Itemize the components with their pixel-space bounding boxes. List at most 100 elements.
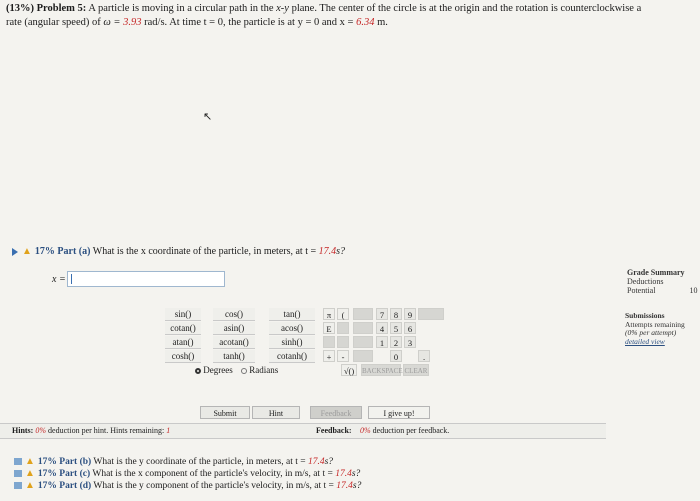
digit-6[interactable]: 6: [404, 322, 416, 334]
give-up-button[interactable]: I give up!: [368, 406, 430, 419]
part-c-time-unit: s?: [351, 469, 361, 479]
pi-button[interactable]: π: [323, 308, 335, 320]
problem-number: (13%) Problem 5:: [6, 3, 87, 14]
feedback-percent: 0%: [360, 426, 371, 435]
part-d-percent: 17% Part (d): [37, 481, 92, 491]
omega-value: 3.93: [123, 17, 142, 28]
digit-7[interactable]: 7: [376, 308, 388, 320]
sqrt-button[interactable]: √(): [341, 364, 357, 376]
part-a-percent: 17% Part (a): [34, 246, 91, 257]
hint-button[interactable]: Hint: [252, 406, 300, 419]
degrees-label: Degrees: [203, 365, 233, 375]
atan-button[interactable]: atan(): [165, 336, 201, 349]
blank-key: [353, 350, 373, 362]
clear-button[interactable]: CLEAR: [403, 364, 429, 376]
expand-arrow-icon[interactable]: [12, 247, 18, 256]
digit-9[interactable]: 9: [404, 308, 416, 320]
part-a-question: What is the x coordinate of the particle…: [92, 246, 317, 257]
acos-button[interactable]: acos(): [269, 322, 315, 335]
part-b-question: What is the y coordinate of the particle…: [93, 457, 306, 467]
digit-4[interactable]: 4: [376, 322, 388, 334]
digit-2[interactable]: 2: [390, 336, 402, 348]
problem-statement: (13%) Problem 5: A particle is moving in…: [6, 2, 696, 30]
hints-remaining: 1: [166, 426, 171, 435]
tanh-button[interactable]: tanh(): [213, 350, 255, 363]
part-a-time: 17.4: [318, 246, 337, 257]
radians-radio[interactable]: [240, 367, 247, 374]
blank-key: [353, 322, 373, 334]
warning-icon: ▲: [25, 468, 35, 479]
hints-percent: 0%: [35, 426, 47, 435]
warning-icon: ▲: [22, 246, 32, 257]
part-b-time-unit: s?: [324, 457, 334, 467]
cosh-button[interactable]: cosh(): [165, 350, 201, 363]
grade-summary-title: Grade Summary: [627, 268, 685, 277]
part-c-time: 17.4: [335, 469, 352, 479]
backspace-button[interactable]: BACKSPACE: [361, 364, 403, 376]
detailed-view-link[interactable]: detailed view: [625, 337, 685, 347]
digit-5[interactable]: 5: [390, 322, 402, 334]
part-d-row[interactable]: ▲ 17% Part (d) What is the y component of…: [14, 480, 361, 492]
sinh-button[interactable]: sinh(): [269, 336, 315, 349]
part-b-row[interactable]: ▲ 17% Part (b) What is the y coordinate o…: [14, 456, 361, 468]
acotan-button[interactable]: acotan(): [213, 336, 255, 349]
feedback-label: Feedback:: [316, 426, 352, 435]
potential-label: Potential: [627, 286, 656, 295]
blank-key: [418, 308, 444, 320]
calculator-keypad: sin() cos() tan() cotan() asin() acos() …: [165, 308, 465, 398]
cotan-button[interactable]: cotan(): [165, 322, 201, 335]
decimal-point[interactable]: .: [418, 350, 430, 362]
grade-summary: Grade Summary Deductions Potential 10: [627, 268, 697, 295]
minus-button[interactable]: -: [337, 350, 349, 362]
digit-3[interactable]: 3: [404, 336, 416, 348]
open-paren-button[interactable]: (: [337, 308, 349, 320]
digit-8[interactable]: 8: [390, 308, 402, 320]
omega-symbol: ω =: [103, 17, 121, 28]
answer-label: x =: [52, 274, 66, 285]
plus-button[interactable]: +: [323, 350, 335, 362]
x-unit: m.: [377, 17, 388, 28]
submit-button[interactable]: Submit: [200, 406, 250, 419]
text-caret: [71, 274, 72, 284]
feedback-text: deduction per feedback.: [372, 426, 450, 435]
hints-feedback-bar: Hints: 0% deduction per hint. Hints rema…: [0, 423, 606, 439]
cotanh-button[interactable]: cotanh(): [269, 350, 315, 363]
feedback-button: Feedback: [310, 406, 362, 419]
asin-button[interactable]: asin(): [213, 322, 255, 335]
x-initial-value: 6.34: [356, 17, 375, 28]
hints-text: deduction per hint. Hints remaining:: [48, 426, 165, 435]
part-b-percent: 17% Part (b): [37, 457, 92, 467]
problem-text-a: A particle is moving in a circular path …: [88, 3, 274, 14]
part-c-row[interactable]: ▲ 17% Part (c) What is the x component of…: [14, 468, 361, 480]
cos-button[interactable]: cos(): [213, 308, 255, 321]
mouse-cursor-icon: ↖: [203, 111, 213, 123]
degrees-radio[interactable]: [195, 367, 201, 374]
answer-input[interactable]: [67, 271, 225, 287]
plane-label: x-y: [276, 3, 289, 14]
sin-button[interactable]: sin(): [165, 308, 201, 321]
tan-button[interactable]: tan(): [269, 308, 315, 321]
potential-value: 10: [689, 286, 698, 295]
omega-unit: rad/s. At time t = 0, the particle is at…: [144, 17, 354, 28]
other-parts-list: ▲ 17% Part (b) What is the y coordinate o…: [14, 456, 361, 492]
e-button[interactable]: E: [323, 322, 335, 334]
part-c-percent: 17% Part (c): [37, 469, 91, 479]
angle-mode: Degrees Radians: [195, 364, 278, 376]
radians-label: Radians: [249, 365, 279, 375]
part-c-question: What is the x component of the particle'…: [92, 469, 333, 479]
part-d-time: 17.4: [336, 481, 353, 491]
digit-0[interactable]: 0: [390, 350, 402, 362]
blank-key: [337, 322, 349, 334]
part-b-time: 17.4: [307, 457, 325, 467]
blank-key: [337, 336, 349, 348]
part-d-time-unit: s?: [352, 481, 362, 491]
digit-1[interactable]: 1: [376, 336, 388, 348]
part-icon: [14, 470, 22, 478]
warning-icon: ▲: [25, 480, 35, 491]
submissions-panel: Submissions Attempts remaining (0% per a…: [625, 311, 685, 347]
warning-icon: ▲: [25, 456, 35, 467]
part-a-header[interactable]: ▲ 17% Part (a) What is the x coordinate o…: [0, 245, 606, 259]
deductions-label: Deductions: [627, 277, 664, 286]
part-a-time-unit: s?: [336, 246, 346, 257]
hints-label: Hints:: [12, 426, 34, 435]
